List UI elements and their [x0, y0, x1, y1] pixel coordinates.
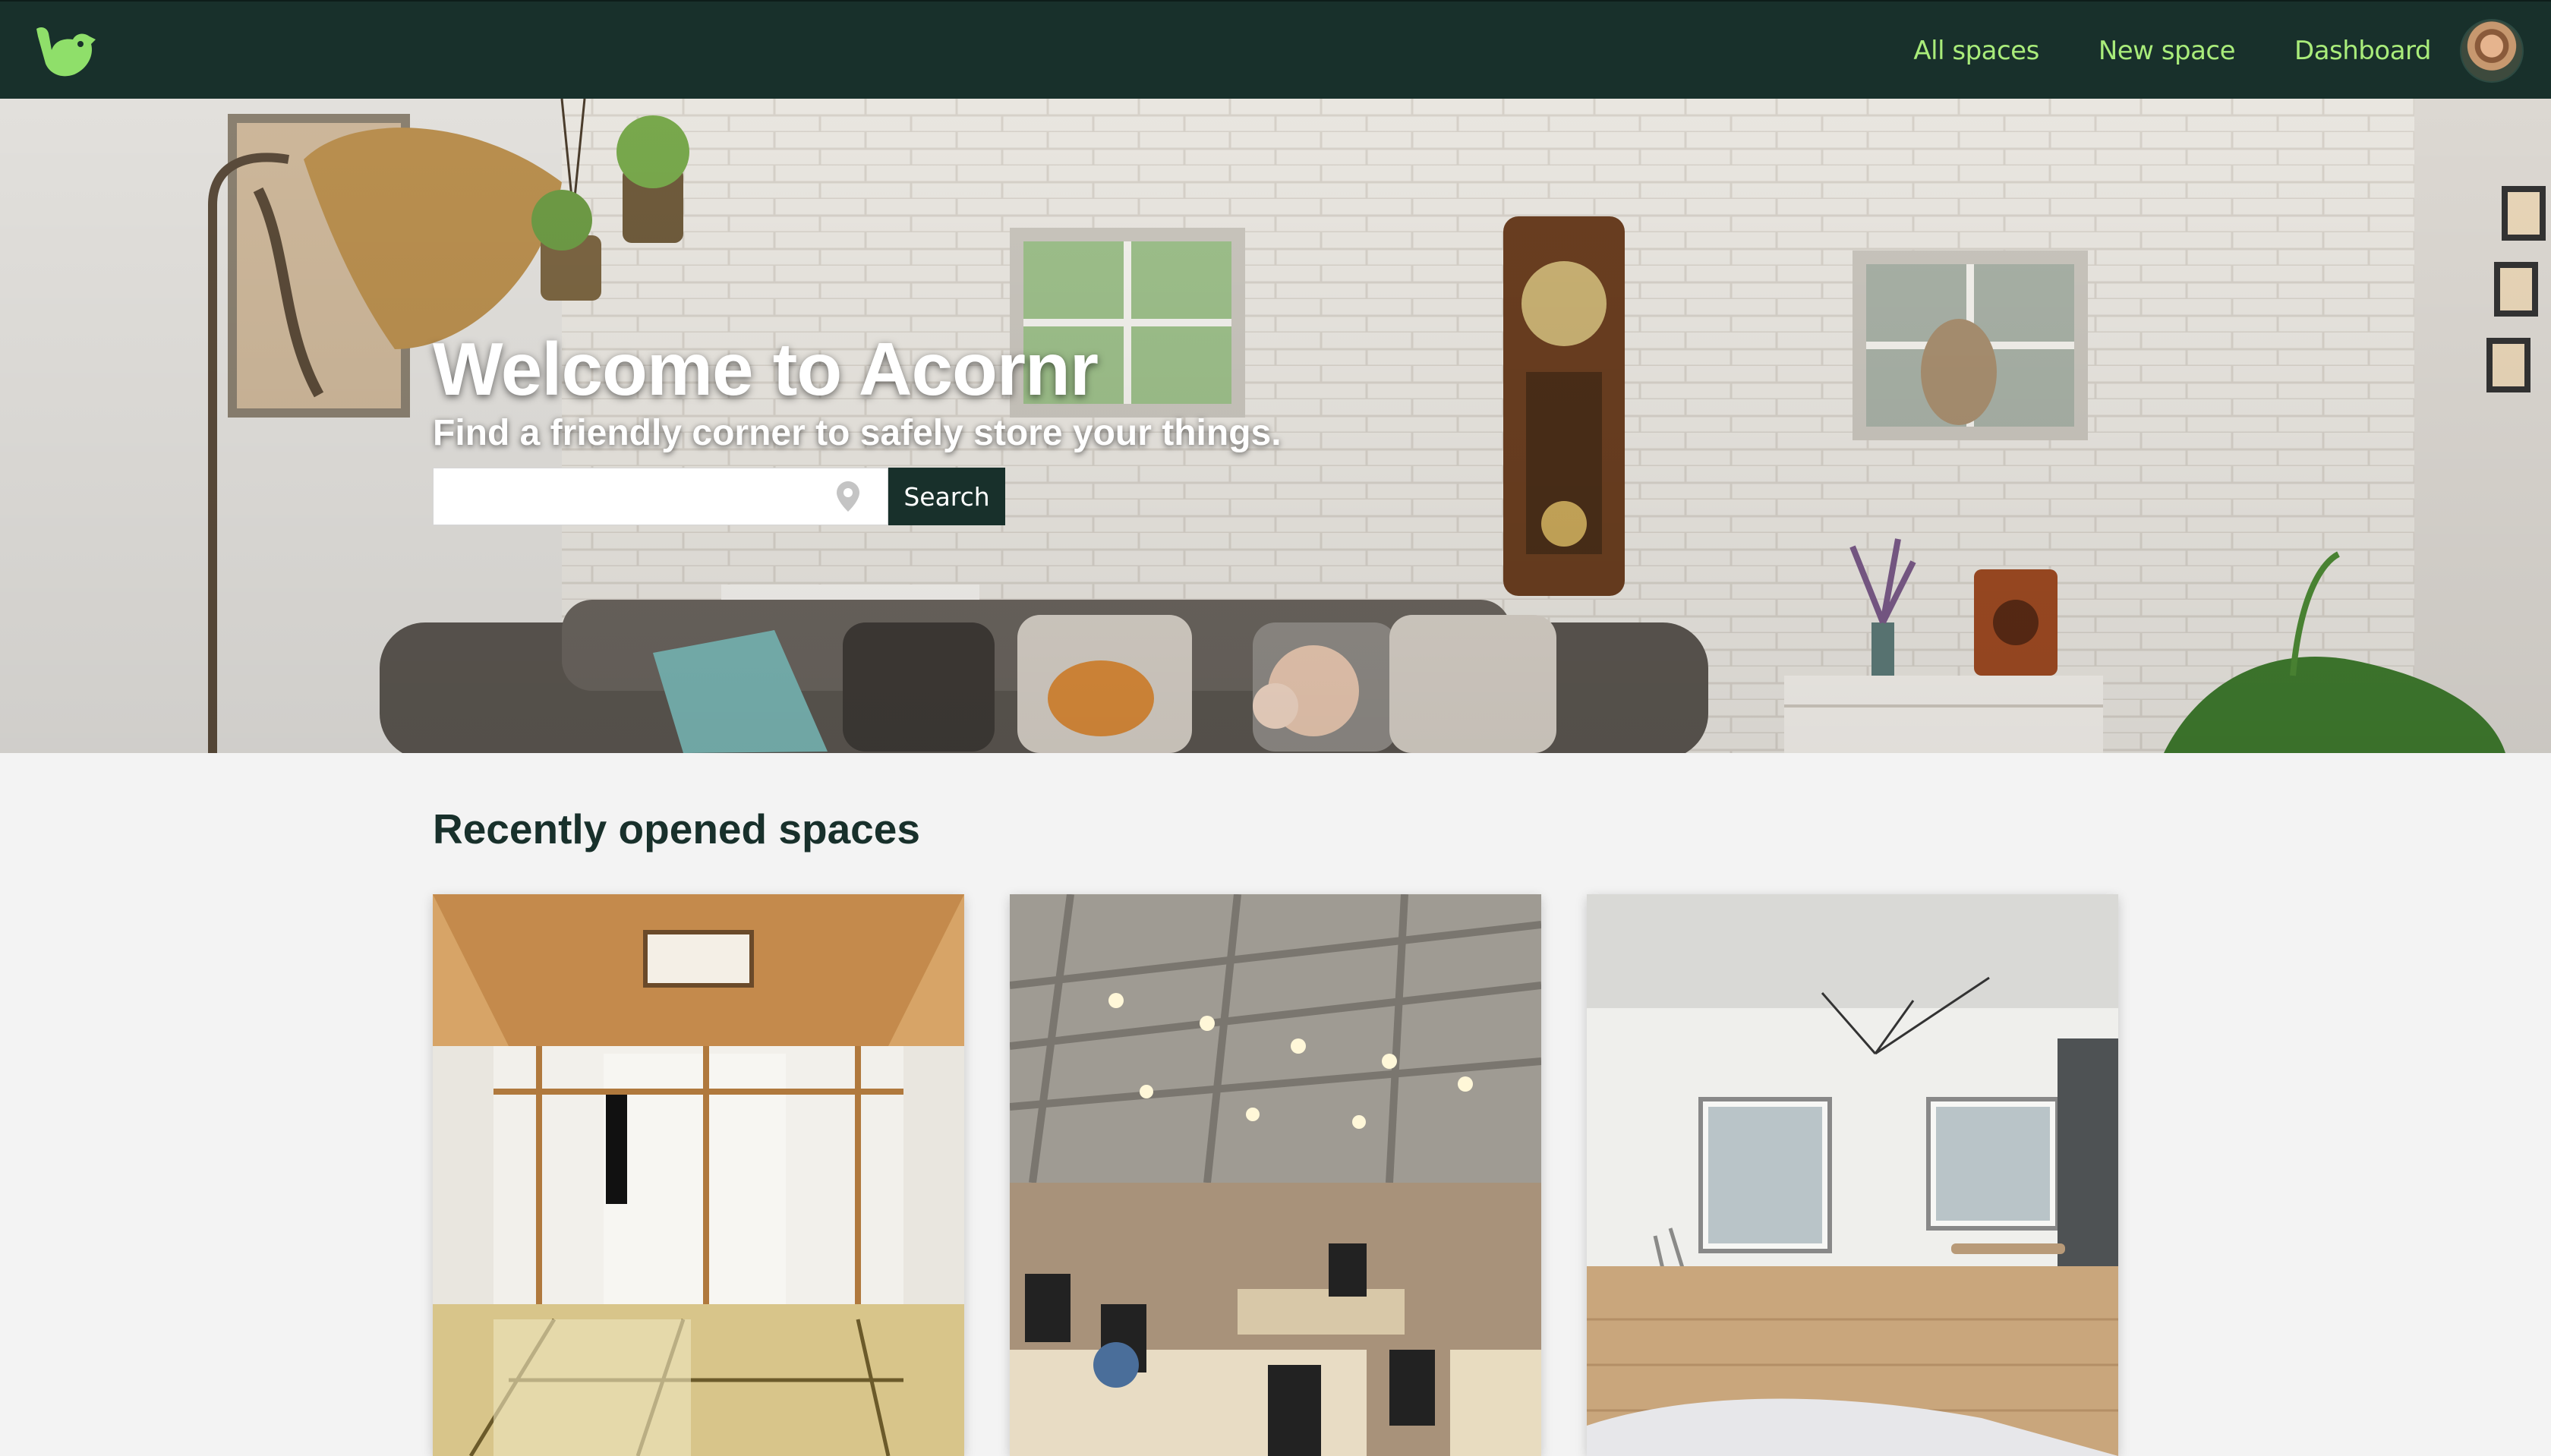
- japanese-tatami-room-image: [433, 894, 964, 1456]
- nav-dashboard-link[interactable]: Dashboard: [2294, 36, 2431, 66]
- recent-spaces-heading: Recently opened spaces: [433, 805, 920, 852]
- acornr-logo-icon[interactable]: [33, 24, 99, 80]
- location-search-input[interactable]: [433, 468, 888, 525]
- space-card-loft[interactable]: [1587, 894, 2118, 1456]
- space-card-japanese-room[interactable]: [433, 894, 964, 1456]
- empty-loft-room-image: [1587, 894, 2118, 1456]
- open-plan-office-image: [1010, 894, 1541, 1456]
- space-card-office[interactable]: [1010, 894, 1541, 1456]
- hero-subtitle: Find a friendly corner to safely store y…: [433, 413, 1282, 453]
- nav-new-space-link[interactable]: New space: [2099, 36, 2236, 66]
- nav-links: All spaces New space Dashboard: [1854, 2, 2524, 100]
- hero-title: Welcome to Acornr: [433, 327, 1099, 411]
- nav-all-spaces-link[interactable]: All spaces: [1913, 36, 2039, 66]
- search-button[interactable]: Search: [888, 468, 1005, 525]
- location-pin-icon: [837, 481, 859, 512]
- hero-banner: Welcome to Acornr Find a friendly corner…: [0, 99, 2551, 753]
- user-avatar[interactable]: [2460, 19, 2524, 83]
- top-navbar: All spaces New space Dashboard: [0, 0, 2551, 99]
